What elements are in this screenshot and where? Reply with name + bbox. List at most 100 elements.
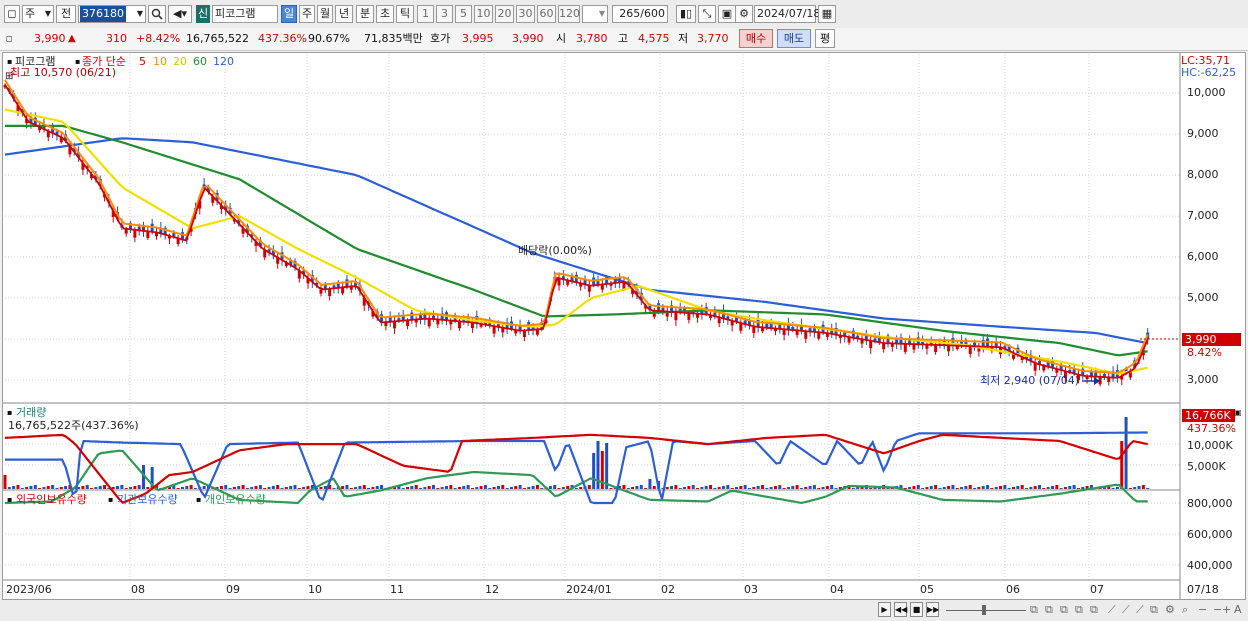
individual-holdings-label: 개인보유수량 — [205, 493, 266, 506]
volume-bar — [639, 485, 643, 489]
zoom-slider-handle[interactable] — [982, 605, 986, 615]
volume-bar — [410, 486, 414, 489]
layout-icon[interactable]: ⧉ — [1090, 603, 1098, 617]
volume-ytick: 10,000K — [1187, 439, 1233, 452]
volume-bar — [103, 485, 107, 489]
first-page-icon[interactable]: ◀◀ — [894, 602, 907, 617]
stop-icon[interactable]: ■ — [910, 602, 923, 617]
zoom-out-icon[interactable]: − — [1198, 603, 1207, 616]
volume-bar — [20, 488, 24, 489]
ma10-label: 10 — [153, 55, 167, 68]
candle-body — [657, 303, 661, 311]
volume-bar — [678, 488, 682, 489]
volume-bar — [38, 488, 42, 489]
volume-bar — [419, 488, 423, 489]
volume-bar — [202, 486, 206, 489]
ma120-label: 120 — [213, 55, 234, 68]
price-ytick: 3,000 — [1187, 373, 1219, 386]
volume-bar — [51, 485, 55, 489]
volume-bar — [358, 486, 362, 489]
volume-bar — [830, 485, 834, 489]
volume-bar — [808, 486, 812, 489]
volume-bar — [427, 486, 431, 489]
volume-bar — [436, 488, 440, 489]
copy-icon[interactable]: ⧉ — [1150, 603, 1158, 617]
volume-bar — [951, 485, 955, 489]
layout-icon[interactable]: ⧉ — [1075, 603, 1083, 617]
panel-close-icon[interactable]: ▣ — [1234, 406, 1242, 419]
volume-bar — [709, 485, 713, 489]
volume-bar — [1063, 487, 1067, 489]
volume-bar — [968, 485, 972, 489]
low-note: 최저 2,940 (07/04) — [980, 374, 1080, 387]
font-size-icon[interactable]: A — [1234, 603, 1242, 616]
volume-bar — [1016, 486, 1020, 489]
volume-bar — [120, 485, 124, 489]
volume-bar — [7, 487, 11, 489]
volume-bar — [475, 487, 479, 489]
volume-bar — [518, 485, 522, 489]
ma120-line — [4, 137, 1148, 345]
volume-bar — [713, 488, 717, 489]
volume-bar — [631, 487, 635, 489]
volume-bar — [129, 487, 133, 489]
volume-bar — [232, 487, 236, 489]
volume-bar — [921, 488, 925, 489]
volume-bar — [609, 488, 613, 489]
volume-bar — [925, 487, 929, 489]
last-price-pct: 8.42% — [1187, 346, 1222, 359]
volume-bar — [440, 487, 444, 489]
volume-ytick: 5,000K — [1187, 460, 1226, 473]
volume-bar — [648, 479, 652, 489]
panel-icon: ▪ — [196, 495, 202, 504]
x-tick: 2023/06 — [6, 583, 52, 596]
volume-bar — [665, 487, 669, 489]
volume-bar — [444, 486, 448, 489]
settings-icon[interactable]: ⚙ — [1165, 603, 1175, 616]
volume-bar — [306, 486, 310, 489]
volume-bar — [423, 487, 427, 489]
draw-line-icon[interactable]: ⟋ — [1108, 603, 1116, 617]
volume-bar — [994, 487, 998, 489]
zoom-slider-track[interactable] — [946, 610, 1026, 611]
x-tick: 09 — [226, 583, 240, 596]
zoom-in-icon[interactable]: + — [1222, 603, 1231, 616]
volume-bar — [12, 486, 16, 489]
volume-bar — [1025, 488, 1029, 489]
last-page-icon[interactable]: ▶▶ — [926, 602, 939, 617]
volume-bar — [501, 485, 505, 489]
volume-bar — [185, 486, 189, 489]
volume-bar — [717, 487, 721, 489]
layout-icon[interactable]: ⧉ — [1030, 603, 1038, 617]
volume-bar — [817, 488, 821, 489]
holdings-ytick: 600,000 — [1187, 528, 1233, 541]
scroll-right-icon[interactable]: ▶ — [878, 602, 891, 617]
volume-bar — [986, 485, 990, 489]
volume-bar — [263, 488, 267, 489]
price-ytick: 7,000 — [1187, 209, 1219, 223]
candle-body — [903, 343, 907, 352]
volume-bar — [280, 488, 284, 489]
candle-body — [492, 326, 496, 334]
volume-bar — [587, 485, 591, 489]
price-ytick: 9,000 — [1187, 127, 1219, 141]
volume-bar — [457, 487, 461, 489]
volume-bar — [189, 485, 193, 489]
volume-bar — [626, 488, 630, 489]
x-tick: 02 — [661, 583, 675, 596]
volume-bar — [250, 487, 254, 489]
draw-line-icon[interactable]: ⟋ — [1122, 603, 1130, 617]
hc-label: HC:-62,25 — [1181, 66, 1237, 79]
grid-icon[interactable]: ⊞ — [5, 70, 13, 83]
volume-bar — [739, 486, 743, 489]
draw-line-icon[interactable]: ⟋ — [1136, 603, 1144, 617]
chart-canvas[interactable] — [0, 0, 1248, 600]
layout-icon[interactable]: ⧉ — [1045, 603, 1053, 617]
zoom-out-icon[interactable]: − — [1213, 603, 1222, 616]
volume-bar — [1137, 486, 1141, 489]
volume-bar — [514, 486, 518, 489]
volume-bar — [1120, 441, 1124, 489]
volume-bar — [1115, 487, 1119, 489]
layout-icon[interactable]: ⧉ — [1060, 603, 1068, 617]
search-icon[interactable]: ⌕ — [1182, 603, 1188, 617]
